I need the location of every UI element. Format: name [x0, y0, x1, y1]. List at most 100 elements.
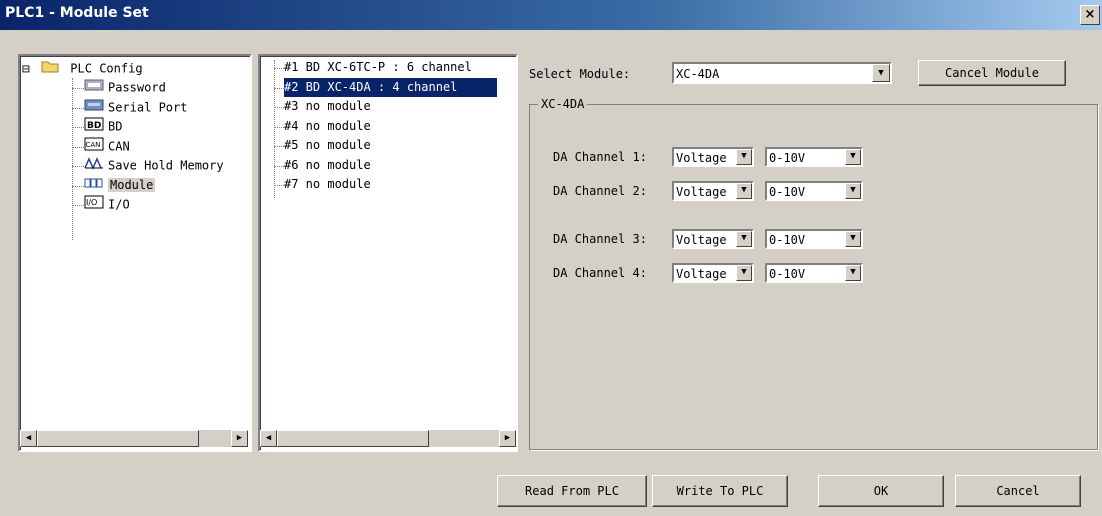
select-module-label: Select Module:	[529, 67, 631, 81]
da-channel-label: DA Channel 4:	[553, 266, 647, 280]
bd-icon: BD	[84, 117, 104, 137]
slot-item[interactable]: #3 no module	[284, 97, 371, 116]
tree-item-module[interactable]: Module	[84, 176, 156, 196]
chevron-down-icon[interactable]: ▼	[736, 231, 752, 247]
scroll-thumb[interactable]	[37, 430, 199, 447]
tree-item-password[interactable]: Password	[84, 78, 166, 97]
chevron-down-icon[interactable]: ▼	[872, 64, 890, 82]
ok-button[interactable]: OK	[818, 475, 944, 507]
channel-range-combo[interactable]: 0-10V ▼	[765, 181, 863, 201]
svg-text:BD: BD	[87, 121, 101, 131]
scroll-left-button[interactable]: ◀	[260, 430, 277, 447]
svg-text:CAN: CAN	[86, 141, 101, 149]
tree-item-label: Module	[108, 178, 156, 192]
channel-range-value: 0-10V	[769, 233, 806, 247]
tree-connector-branch	[72, 185, 84, 187]
tree-item-bd[interactable]: BD BD	[84, 117, 122, 136]
window-title: PLC1 - Module Set	[5, 5, 149, 21]
tree-item-label: Save Hold Memory	[108, 158, 224, 173]
slot-item[interactable]: #1 BD XC-6TC-P : 6 channel	[284, 58, 472, 77]
write-to-plc-button[interactable]: Write To PLC	[652, 475, 788, 507]
tree-item-label: CAN	[108, 139, 130, 153]
folder-icon	[41, 59, 59, 79]
slot-item-label: #4 no module	[284, 118, 371, 133]
collapse-icon[interactable]: ⊟	[22, 60, 30, 79]
da-channel-label: DA Channel 3:	[553, 232, 647, 246]
slot-list[interactable]: #1 BD XC-6TC-P : 6 channel #2 BD XC-4DA :…	[258, 54, 518, 452]
slot-item[interactable]: #2 BD XC-4DA : 4 channel	[284, 77, 498, 97]
slot-connector	[274, 60, 275, 198]
channel-range-value: 0-10V	[769, 267, 806, 281]
channel-mode-combo[interactable]: Voltage ▼	[672, 147, 754, 167]
chevron-down-icon[interactable]: ▼	[736, 183, 752, 199]
chevron-down-icon[interactable]: ▼	[845, 183, 861, 199]
tree-connector-branch	[72, 146, 84, 148]
channel-range-combo[interactable]: 0-10V ▼	[765, 147, 863, 167]
da-channel-label: DA Channel 2:	[553, 184, 647, 198]
title-bar[interactable]: PLC1 - Module Set ×	[0, 0, 1102, 30]
slot-item-label: #3 no module	[284, 99, 371, 113]
tree-connector-branch	[72, 88, 84, 89]
tree-item-label: BD	[108, 119, 123, 134]
config-tree[interactable]: ⊟ PLC Config Password Serial Port BD BD CAN C…	[18, 54, 252, 452]
channel-range-combo[interactable]: 0-10V ▼	[765, 229, 863, 249]
tree-item-can[interactable]: CAN CAN	[84, 137, 130, 156]
serial-port-icon	[84, 98, 104, 118]
slot-connector-branch	[274, 126, 284, 128]
slot-item-label: #6 no module	[284, 157, 371, 172]
tree-item-label: I/O	[108, 197, 130, 212]
tree-root[interactable]: ⊟ PLC Config	[22, 59, 143, 78]
channel-mode-value: Voltage	[676, 185, 727, 199]
slot-connector-branch	[274, 185, 284, 186]
channel-mode-value: Voltage	[676, 151, 727, 165]
slot-item[interactable]: #5 no module	[284, 136, 371, 155]
channel-mode-combo[interactable]: Voltage ▼	[672, 263, 754, 283]
tree-connector-branch	[72, 205, 84, 206]
tree-hscroll[interactable]: ◀ ▶	[20, 430, 248, 447]
chevron-down-icon[interactable]: ▼	[736, 265, 752, 281]
scroll-right-button[interactable]: ▶	[499, 430, 516, 447]
tree-item-label: Serial Port	[108, 100, 188, 114]
slot-hscroll[interactable]: ◀ ▶	[260, 430, 516, 447]
password-icon	[84, 78, 104, 98]
channel-mode-combo[interactable]: Voltage ▼	[672, 229, 754, 249]
channel-mode-combo[interactable]: Voltage ▼	[672, 181, 754, 201]
channel-range-value: 0-10V	[769, 151, 806, 165]
scroll-left-button[interactable]: ◀	[20, 430, 37, 447]
tree-item-save-hold-memory[interactable]: Save Hold Memory	[84, 156, 224, 175]
slot-connector-branch	[274, 68, 284, 69]
scroll-thumb[interactable]	[277, 430, 429, 447]
slot-connector-branch	[274, 87, 284, 89]
scroll-right-button[interactable]: ▶	[231, 430, 248, 447]
svg-text:I/O: I/O	[86, 198, 97, 207]
io-icon: I/O	[84, 195, 104, 215]
tree-item-label: Password	[108, 80, 166, 95]
select-module-value: XC-4DA	[676, 67, 720, 81]
channel-range-combo[interactable]: 0-10V ▼	[765, 263, 863, 283]
slot-item[interactable]: #6 no module	[284, 156, 371, 175]
tree-item-serial-port[interactable]: Serial Port	[84, 98, 187, 117]
slot-item-label: #5 no module	[284, 138, 371, 152]
select-module-combo[interactable]: XC-4DA ▼	[672, 62, 892, 84]
slot-item-label: #2 BD XC-4DA : 4 channel	[284, 79, 458, 94]
chevron-down-icon[interactable]: ▼	[845, 231, 861, 247]
slot-connector-branch	[274, 146, 284, 147]
close-button[interactable]: ×	[1080, 5, 1100, 25]
read-from-plc-button[interactable]: Read From PLC	[497, 475, 647, 507]
channel-mode-value: Voltage	[676, 267, 727, 281]
cancel-module-button[interactable]: Cancel Module	[918, 60, 1066, 86]
slot-connector-branch	[274, 107, 284, 108]
tree-connector-branch	[72, 107, 84, 109]
slot-connector-branch	[274, 165, 284, 167]
tree-connector-branch	[72, 166, 84, 167]
slot-item[interactable]: #4 no module	[284, 117, 371, 136]
chevron-down-icon[interactable]: ▼	[845, 149, 861, 165]
module-icon	[84, 176, 104, 196]
module-set-dialog: PLC1 - Module Set × ⊟ PLC Config Passwor…	[0, 0, 1102, 516]
tree-item-i-o[interactable]: I/O I/O	[84, 195, 130, 214]
can-icon: CAN	[84, 137, 104, 157]
chevron-down-icon[interactable]: ▼	[736, 149, 752, 165]
cancel-button[interactable]: Cancel	[955, 475, 1081, 507]
slot-item[interactable]: #7 no module	[284, 175, 371, 194]
chevron-down-icon[interactable]: ▼	[845, 265, 861, 281]
